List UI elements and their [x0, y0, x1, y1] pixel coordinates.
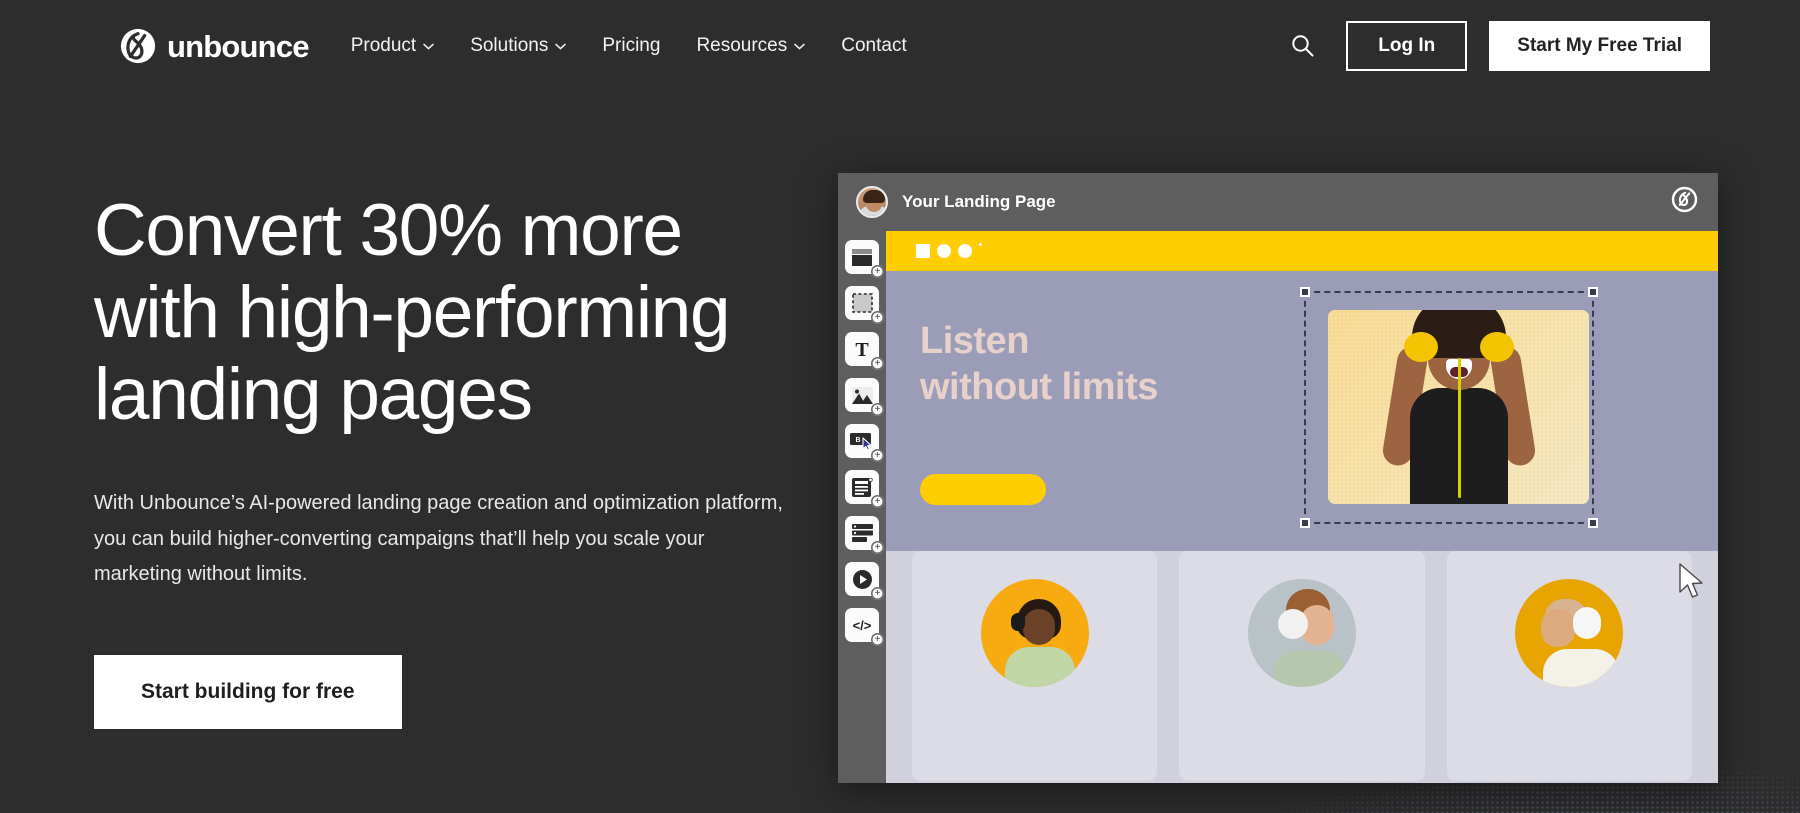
dashed-box-icon: [852, 293, 873, 313]
nav-item-product[interactable]: Product: [351, 35, 434, 57]
selection-box[interactable]: [1304, 291, 1594, 524]
canvas-hero-heading-line2: without limits: [920, 365, 1158, 411]
nav-label: Product: [351, 35, 416, 57]
list-icon: [852, 524, 873, 542]
start-building-button[interactable]: Start building for free: [94, 655, 402, 729]
box-tool[interactable]: +: [845, 286, 879, 320]
add-badge: +: [871, 587, 884, 600]
button-tool[interactable]: B +: [845, 424, 879, 458]
text-t-icon: T: [852, 339, 872, 359]
nav-label: Solutions: [470, 35, 548, 57]
avatar: [856, 186, 888, 218]
video-tool[interactable]: +: [845, 562, 879, 596]
section-icon: [852, 249, 872, 266]
add-badge: +: [871, 311, 884, 324]
svg-text:T: T: [855, 339, 869, 359]
image-icon: [852, 387, 873, 404]
page-title: Convert 30% more with high-performing la…: [94, 190, 794, 435]
listener-side-avatar: [1248, 579, 1356, 687]
add-badge: +: [871, 633, 884, 646]
nav-item-contact[interactable]: Contact: [841, 35, 906, 57]
hero-content: Convert 30% more with high-performing la…: [94, 190, 794, 729]
start-free-trial-button[interactable]: Start My Free Trial: [1489, 21, 1710, 72]
search-button[interactable]: [1280, 24, 1324, 68]
button-icon: B: [850, 432, 874, 450]
canvas-hero-heading: Listen without limits: [920, 319, 1158, 410]
topbar-dot-icon: [979, 243, 982, 246]
brand-logo[interactable]: unbounce: [119, 27, 309, 65]
image-tool[interactable]: +: [845, 378, 879, 412]
add-badge: +: [871, 357, 884, 370]
topbar-circle-icon: [937, 244, 951, 258]
navbar-actions: Log In Start My Free Trial: [1280, 21, 1710, 72]
unbounce-logo-icon: [1671, 186, 1698, 218]
card-3[interactable]: [1447, 551, 1692, 781]
primary-nav: Product Solutions Pricing Resources: [351, 35, 907, 57]
canvas-hero-heading-line1: Listen: [920, 319, 1158, 365]
canvas-topbar: [886, 231, 1718, 271]
topbar-circle-icon: [958, 244, 972, 258]
add-badge: +: [871, 495, 884, 508]
resize-handle-top-right[interactable]: [1588, 287, 1598, 297]
code-tool[interactable]: </> +: [845, 608, 879, 642]
nav-label: Resources: [696, 35, 787, 57]
builder-workspace: + + T +: [838, 231, 1718, 783]
listener-dancing-avatar: [981, 579, 1089, 687]
add-badge: +: [871, 541, 884, 554]
list-tool[interactable]: +: [845, 516, 879, 550]
resize-handle-bottom-right[interactable]: [1588, 518, 1598, 528]
chevron-down-icon: [555, 43, 566, 50]
builder-page-title: Your Landing Page: [902, 192, 1056, 212]
listener-headphones-avatar: [1515, 579, 1623, 687]
builder-canvas[interactable]: Listen without limits: [886, 231, 1718, 783]
resize-handle-bottom-left[interactable]: [1300, 518, 1310, 528]
hero-subcopy: With Unbounce’s AI-powered landing page …: [94, 486, 784, 593]
canvas-cards-row: [886, 551, 1718, 781]
search-icon: [1290, 33, 1315, 58]
nav-item-resources[interactable]: Resources: [696, 35, 805, 57]
brand-name: unbounce: [167, 31, 309, 62]
add-badge: +: [871, 403, 884, 416]
card-2[interactable]: [1179, 551, 1424, 781]
code-icon: </>: [850, 617, 874, 633]
resize-handle-top-left[interactable]: [1300, 287, 1310, 297]
section-tool[interactable]: +: [845, 240, 879, 274]
canvas-hero-cta-button[interactable]: [920, 474, 1046, 505]
nav-label: Contact: [841, 35, 906, 57]
card-1[interactable]: [912, 551, 1157, 781]
chevron-down-icon: [794, 43, 805, 50]
login-button[interactable]: Log In: [1346, 21, 1467, 72]
main-navbar: unbounce Product Solutions Pricing Resou…: [0, 0, 1800, 92]
nav-item-solutions[interactable]: Solutions: [470, 35, 566, 57]
text-tool[interactable]: T +: [845, 332, 879, 366]
svg-text:</>: </>: [853, 618, 872, 633]
play-circle-icon: [852, 569, 873, 590]
form-tool[interactable]: +: [845, 470, 879, 504]
svg-text:B: B: [855, 437, 860, 444]
builder-mockup: Your Landing Page +: [838, 173, 1718, 783]
chevron-down-icon: [423, 43, 434, 50]
unbounce-logo-icon: [119, 27, 157, 65]
canvas-hero-section: Listen without limits: [886, 271, 1718, 551]
builder-toolbar: + + T +: [838, 231, 886, 783]
nav-item-pricing[interactable]: Pricing: [602, 35, 660, 57]
form-icon: [852, 478, 873, 497]
nav-label: Pricing: [602, 35, 660, 57]
landing-page: unbounce Product Solutions Pricing Resou…: [0, 0, 1800, 813]
add-badge: +: [871, 265, 884, 278]
builder-header: Your Landing Page: [838, 173, 1718, 231]
topbar-square-icon: [916, 244, 930, 258]
add-badge: +: [871, 449, 884, 462]
